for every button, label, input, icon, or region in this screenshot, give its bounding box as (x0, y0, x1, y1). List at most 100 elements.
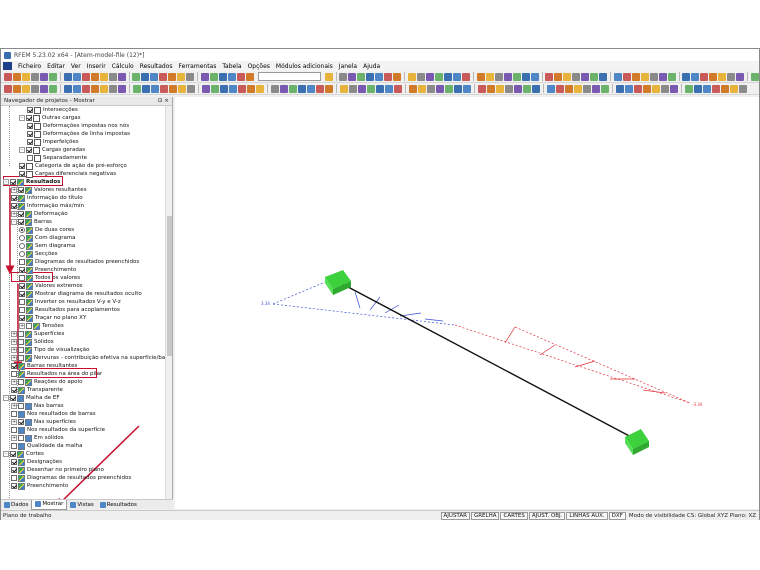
menu-2[interactable]: Ver (68, 63, 84, 70)
toolbar-button-icon[interactable] (298, 84, 306, 93)
checkbox[interactable] (11, 387, 17, 393)
toolbar-button-icon[interactable] (376, 84, 384, 93)
toolbar-button-icon[interactable] (583, 84, 591, 93)
checkbox[interactable] (18, 339, 24, 345)
toolbar-button-icon[interactable] (247, 84, 255, 93)
toolbar-button-icon[interactable] (177, 72, 186, 81)
toolbar-button-icon[interactable] (427, 84, 435, 93)
checkbox[interactable] (11, 475, 17, 481)
toolbar-button-icon[interactable] (563, 72, 572, 81)
tree-item[interactable]: Diagramas de resultados preenchidos (11, 474, 131, 482)
tree-item[interactable]: Resultados para acoplamentos (19, 306, 120, 314)
expand-icon[interactable]: + (11, 355, 17, 361)
tree-item[interactable]: Imperfeições (27, 138, 79, 146)
toolbar-button-icon[interactable] (159, 72, 168, 81)
toolbar-button-icon[interactable] (625, 84, 633, 93)
tab-dados[interactable]: Dados (1, 500, 31, 510)
menu-4[interactable]: Cálculo (109, 63, 137, 70)
toolbar-button-icon[interactable] (494, 72, 503, 81)
checkbox[interactable] (19, 315, 25, 321)
toolbar-button-icon[interactable] (631, 72, 640, 81)
toolbar-button-icon[interactable] (358, 84, 366, 93)
toolbar-button-icon[interactable] (211, 84, 219, 93)
tree-item[interactable]: + Deformação (11, 210, 68, 218)
member-line[interactable] (332, 278, 636, 440)
toolbar-button-icon[interactable] (532, 84, 540, 93)
collapse-icon[interactable]: - (11, 219, 17, 225)
status-button-ajustar[interactable]: AJUSTAR (440, 511, 470, 520)
toolbar-button-icon[interactable] (394, 84, 402, 93)
toolbar-button-icon[interactable] (478, 84, 486, 93)
toolbar-button-icon[interactable] (682, 72, 691, 81)
collapse-icon[interactable]: - (3, 451, 9, 457)
app-menu-icon[interactable] (3, 62, 12, 70)
support-right-icon[interactable] (625, 429, 649, 455)
toolbar-button-icon[interactable] (132, 72, 141, 81)
toolbar-button-icon[interactable] (505, 84, 513, 93)
checkbox[interactable] (18, 211, 24, 217)
tree-item[interactable]: + Em sólidos (11, 434, 64, 442)
toolbar-button-icon[interactable] (271, 84, 279, 93)
toolbar-button-icon[interactable] (523, 84, 531, 93)
checkbox[interactable] (18, 187, 24, 193)
tree-item[interactable]: Informação do título (11, 194, 83, 202)
toolbar-combo[interactable] (257, 72, 321, 81)
toolbar-button-icon[interactable] (452, 72, 461, 81)
toolbar-button-icon[interactable] (545, 72, 554, 81)
toolbar-button-icon[interactable] (348, 72, 357, 81)
toolbar-button-icon[interactable] (416, 72, 425, 81)
collapse-icon[interactable]: - (19, 115, 25, 121)
status-button-cartes[interactable]: CARTES (500, 511, 528, 520)
tree-item[interactable]: Resultados na área do pilar (11, 370, 102, 378)
toolbar-button-icon[interactable] (40, 72, 48, 81)
toolbar-button-icon[interactable] (22, 84, 30, 93)
toolbar-button-icon[interactable] (91, 84, 99, 93)
tree-item[interactable]: Cargas diferenciais negativas (19, 170, 116, 178)
checkbox[interactable] (11, 363, 17, 369)
tree-item[interactable]: Barras resultantes (11, 362, 77, 370)
toolbar-button-icon[interactable] (81, 72, 90, 81)
status-button-grelha[interactable]: GRELHA (470, 511, 500, 520)
checkbox[interactable] (27, 155, 33, 161)
toolbar-button-icon[interactable] (599, 72, 608, 81)
menu-8[interactable]: Opções (245, 63, 273, 70)
tab-mostrar[interactable]: Mostrar (31, 499, 68, 510)
toolbar-button-icon[interactable] (554, 72, 563, 81)
toolbar-button-icon[interactable] (100, 84, 108, 93)
toolbar-button-icon[interactable] (49, 72, 57, 81)
checkbox[interactable] (18, 419, 24, 425)
toolbar-button-icon[interactable] (142, 84, 150, 93)
tree-item[interactable]: - Cargas geradas (19, 146, 85, 154)
toolbar-button-icon[interactable] (616, 84, 624, 93)
toolbar-button-icon[interactable] (349, 84, 357, 93)
toolbar-button-icon[interactable] (652, 84, 660, 93)
menu-7[interactable]: Tabela (219, 63, 244, 70)
toolbar-button-icon[interactable] (316, 84, 324, 93)
checkbox[interactable] (18, 403, 24, 409)
toolbar-button-icon[interactable] (73, 84, 81, 93)
checkbox[interactable] (19, 267, 25, 273)
tree-item[interactable]: Intersecções (27, 106, 78, 114)
checkbox[interactable] (10, 179, 16, 185)
checkbox[interactable] (18, 219, 24, 225)
tree-item[interactable]: + Tipo de visualização (11, 346, 90, 354)
status-button-linhas-aux-[interactable]: LINHAS AUX. (566, 511, 608, 520)
checkbox[interactable] (18, 355, 24, 361)
tree-item[interactable]: Com diagrama (19, 234, 76, 242)
tab-resultados[interactable]: Resultados (97, 500, 140, 510)
checkbox[interactable] (11, 467, 17, 473)
tree-item[interactable]: Nos resultados da superfície (11, 426, 105, 434)
checkbox[interactable] (19, 291, 25, 297)
toolbar-button-icon[interactable] (634, 84, 642, 93)
toolbar-button-icon[interactable] (590, 72, 599, 81)
expand-icon[interactable]: + (11, 379, 17, 385)
toolbar-button-icon[interactable] (454, 84, 462, 93)
toolbar-button-icon[interactable] (425, 72, 434, 81)
checkbox[interactable] (18, 331, 24, 337)
toolbar-button-icon[interactable] (393, 72, 402, 81)
toolbar-button-icon[interactable] (434, 72, 443, 81)
tree-item[interactable]: Informação máx/mín (11, 202, 84, 210)
menu-9[interactable]: Módulos adicionais (273, 63, 336, 70)
toolbar-button-icon[interactable] (574, 84, 582, 93)
collapse-icon[interactable]: - (19, 147, 25, 153)
